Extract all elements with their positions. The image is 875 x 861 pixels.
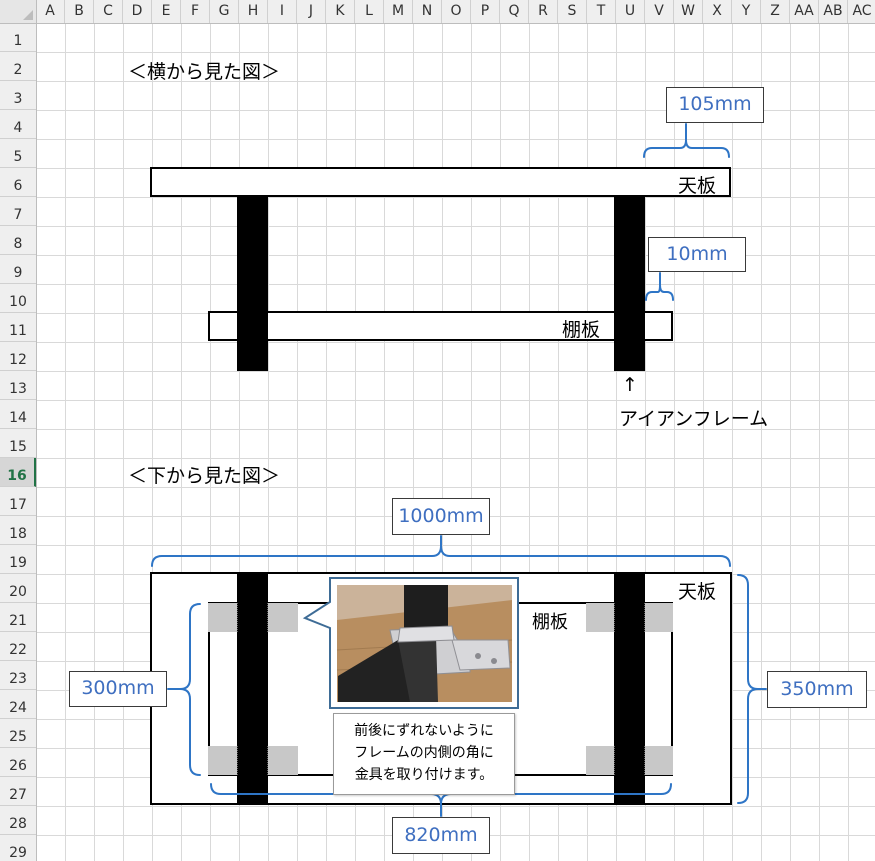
- column-header-AB[interactable]: AB: [819, 0, 848, 23]
- dim-offset-bracket: [645, 272, 674, 301]
- bracket-photo: [336, 585, 513, 702]
- column-header-R[interactable]: R: [529, 0, 558, 23]
- bracket-note-box: 前後にずれないように フレームの内側の角に 金具を取り付けます。: [333, 713, 515, 795]
- column-header-Z[interactable]: Z: [761, 0, 790, 23]
- column-header-J[interactable]: J: [297, 0, 326, 23]
- column-header-G[interactable]: G: [210, 0, 239, 23]
- column-header-V[interactable]: V: [645, 0, 674, 23]
- row-header-13[interactable]: 13: [0, 371, 36, 400]
- row-header-25[interactable]: 25: [0, 719, 36, 748]
- column-header-B[interactable]: B: [65, 0, 94, 23]
- row-header-bar: 1 2 3 4 5 6 7 8 9 10 11 12 13 14 15 16 17 18 19 20 21 22 23 24 2…: [0, 0, 37, 861]
- row-header-9[interactable]: 9: [0, 255, 36, 284]
- row-header-5[interactable]: 5: [0, 139, 36, 168]
- column-header-E[interactable]: E: [152, 0, 181, 23]
- column-header-M[interactable]: M: [384, 0, 413, 23]
- row-header-1[interactable]: 1: [0, 23, 36, 52]
- row-header-21[interactable]: 21: [0, 603, 36, 632]
- row-header-15[interactable]: 15: [0, 429, 36, 458]
- row-header-28[interactable]: 28: [0, 806, 36, 835]
- row-header-2[interactable]: 2: [0, 52, 36, 81]
- row-header-6[interactable]: 6: [0, 168, 36, 197]
- column-header-A[interactable]: A: [36, 0, 65, 23]
- row-header-27[interactable]: 27: [0, 777, 36, 806]
- note-line-1: 前後にずれないように: [354, 723, 494, 739]
- column-header-C[interactable]: C: [94, 0, 123, 23]
- column-header-Y[interactable]: Y: [732, 0, 761, 23]
- row-header-14[interactable]: 14: [0, 400, 36, 429]
- column-header-Q[interactable]: Q: [500, 0, 529, 23]
- row-header-18[interactable]: 18: [0, 516, 36, 545]
- dim-width-bracket: [151, 535, 731, 567]
- row-header-11[interactable]: 11: [0, 313, 36, 342]
- row-header-20[interactable]: 20: [0, 574, 36, 603]
- column-header-AA[interactable]: AA: [790, 0, 819, 23]
- row-header-24[interactable]: 24: [0, 690, 36, 719]
- column-header-D[interactable]: D: [123, 0, 152, 23]
- dim-depth-bracket: [737, 574, 767, 804]
- column-header-S[interactable]: S: [558, 0, 587, 23]
- row-header-29[interactable]: 29: [0, 835, 36, 861]
- dim-overhang-bracket: [643, 123, 730, 158]
- row-header-7[interactable]: 7: [0, 197, 36, 226]
- column-header-L[interactable]: L: [355, 0, 384, 23]
- column-header-K[interactable]: K: [326, 0, 355, 23]
- column-header-T[interactable]: T: [587, 0, 616, 23]
- column-header-F[interactable]: F: [181, 0, 210, 23]
- column-header-P[interactable]: P: [471, 0, 500, 23]
- select-all-triangle-icon: [23, 10, 33, 20]
- row-header-8[interactable]: 8: [0, 226, 36, 255]
- row-header-22[interactable]: 22: [0, 632, 36, 661]
- row-header-26[interactable]: 26: [0, 748, 36, 777]
- column-header-AC[interactable]: AC: [848, 0, 875, 23]
- column-header-X[interactable]: X: [703, 0, 732, 23]
- row-header-10[interactable]: 10: [0, 284, 36, 313]
- column-header-U[interactable]: U: [616, 0, 645, 23]
- row-header-19[interactable]: 19: [0, 545, 36, 574]
- row-header-12[interactable]: 12: [0, 342, 36, 371]
- row-header-17[interactable]: 17: [0, 487, 36, 516]
- dim-shelf-depth-bracket: [167, 603, 201, 776]
- column-header-O[interactable]: O: [442, 0, 471, 23]
- row-header-3[interactable]: 3: [0, 81, 36, 110]
- column-header-H[interactable]: H: [239, 0, 268, 23]
- column-header-W[interactable]: W: [674, 0, 703, 23]
- spreadsheet-grid[interactable]: A B C D E F G H I J K L M N O P Q R S T U V W X Y Z AA AB AC 1234567…: [0, 0, 875, 861]
- column-header-bar: A B C D E F G H I J K L M N O P Q R S T U V W X Y Z AA AB AC: [0, 0, 875, 24]
- select-all-corner[interactable]: [0, 0, 37, 24]
- note-line-3: 金具を取り付けます。: [354, 767, 494, 783]
- note-line-2: フレームの内側の角に: [354, 745, 494, 761]
- column-header-N[interactable]: N: [413, 0, 442, 23]
- row-header-16[interactable]: 16: [0, 458, 36, 487]
- column-header-I[interactable]: I: [268, 0, 297, 23]
- row-header-23[interactable]: 23: [0, 661, 36, 690]
- row-header-4[interactable]: 4: [0, 110, 36, 139]
